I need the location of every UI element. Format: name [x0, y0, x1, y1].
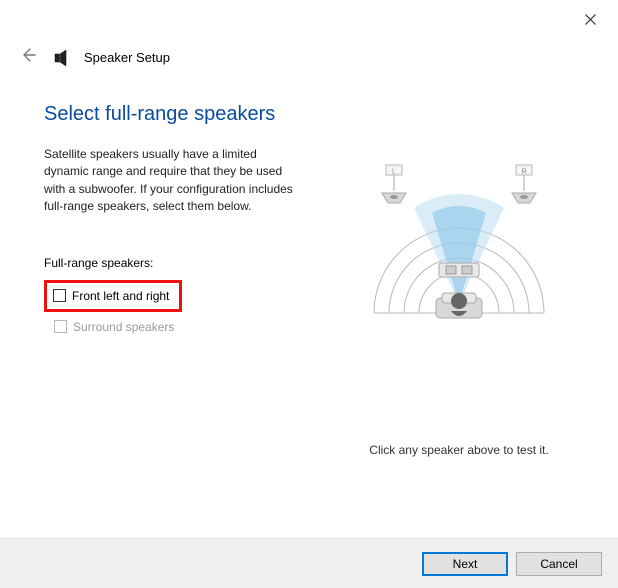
arrow-left-icon — [20, 46, 36, 68]
svg-text:R: R — [521, 169, 526, 176]
speaker-layout-diagram[interactable]: L R — [354, 153, 564, 343]
close-icon — [585, 12, 596, 29]
checkbox-front-label[interactable]: Front left and right — [72, 289, 169, 303]
back-button[interactable] — [18, 46, 38, 69]
options-label: Full-range speakers: — [44, 256, 304, 270]
page-description: Satellite speakers usually have a limite… — [44, 146, 304, 216]
speaker-right-icon: R — [512, 165, 536, 203]
next-button[interactable]: Next — [422, 552, 508, 576]
page-heading: Select full-range speakers — [44, 103, 304, 126]
checkbox-front[interactable] — [53, 289, 66, 302]
checkbox-surround-label: Surround speakers — [73, 320, 174, 334]
speaker-left-icon: L — [382, 165, 406, 203]
close-button[interactable] — [570, 6, 610, 34]
checkbox-surround — [54, 320, 67, 333]
speaker-app-icon — [52, 49, 70, 67]
listener-icon — [436, 293, 482, 318]
highlight-front-option: Front left and right — [44, 280, 182, 312]
test-hint: Click any speaker above to test it. — [349, 443, 569, 457]
surround-option-row: Surround speakers — [44, 318, 304, 336]
cancel-button[interactable]: Cancel — [516, 552, 602, 576]
button-bar: Next Cancel — [0, 538, 618, 588]
svg-text:L: L — [392, 169, 396, 176]
window-title: Speaker Setup — [84, 50, 170, 65]
